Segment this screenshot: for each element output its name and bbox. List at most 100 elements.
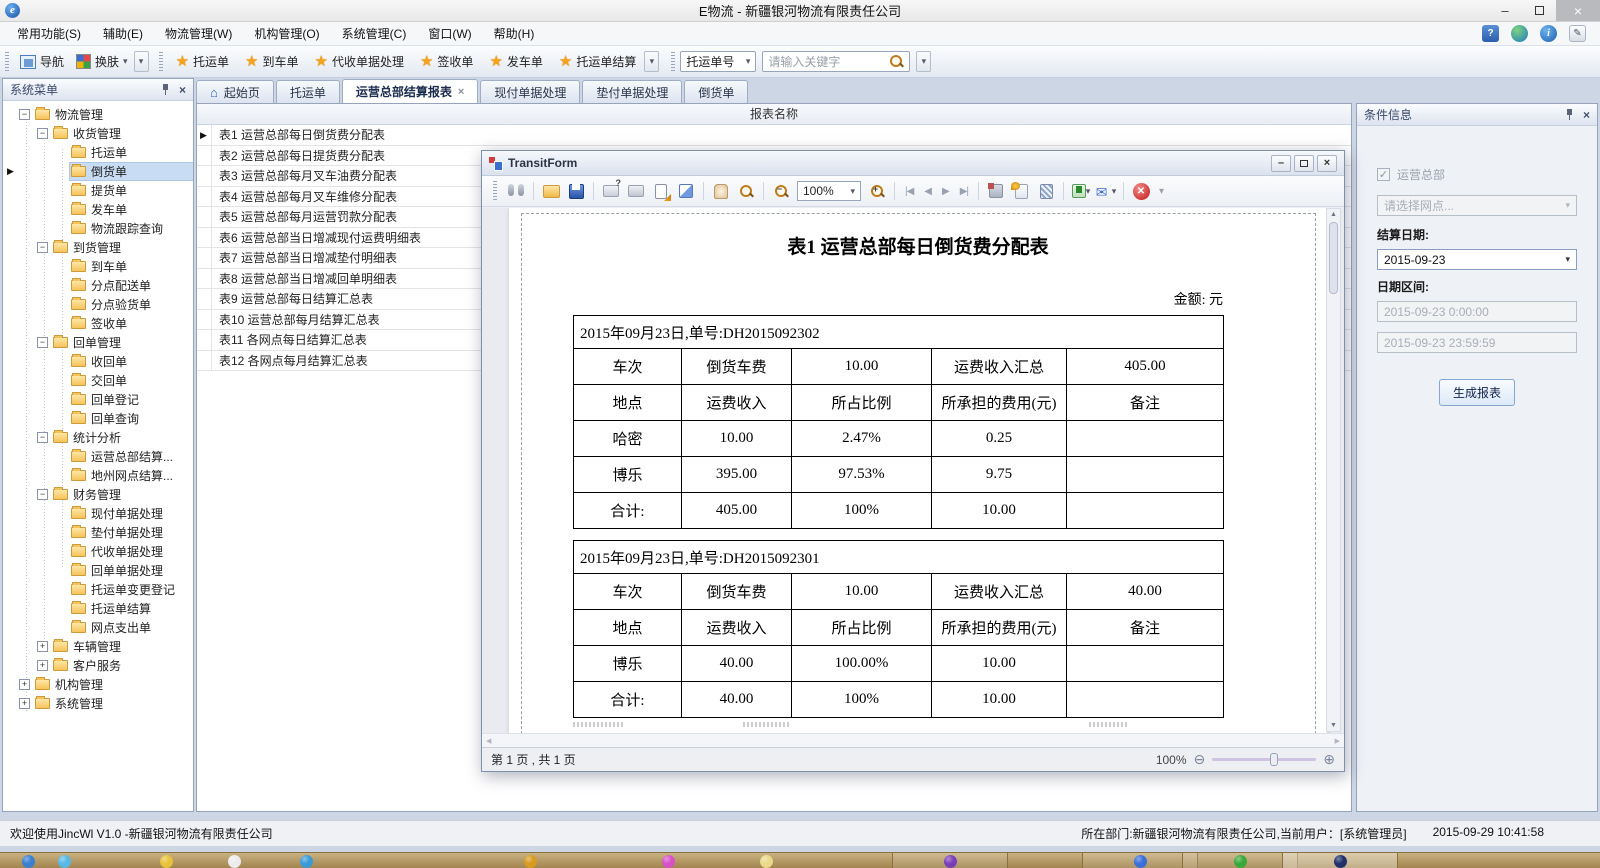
taskbar-app-icon[interactable] (228, 855, 241, 868)
tree-item-body[interactable]: 机构管理 (34, 676, 193, 693)
tab-起始页[interactable]: ⌂起始页 (196, 80, 274, 103)
last-page-icon[interactable]: ▶| (956, 180, 972, 202)
tree-item[interactable]: 倒货单 (3, 162, 193, 181)
tree-item-body[interactable]: 分点配送单 (70, 277, 193, 294)
tree-item-body[interactable]: 分点验货单 (70, 296, 193, 313)
transit-close-button[interactable]: × (1317, 155, 1337, 172)
expand-icon[interactable]: + (37, 641, 48, 652)
tree-item[interactable]: + 车辆管理 (3, 637, 193, 656)
toolbar-grip[interactable] (5, 52, 9, 72)
tab-现付单据处理[interactable]: 现付单据处理 (480, 80, 580, 103)
tree-item[interactable]: + 客户服务 (3, 656, 193, 675)
zoom-tool-icon[interactable] (735, 180, 757, 202)
taskbar-app-icon[interactable] (1134, 855, 1147, 868)
os-taskbar[interactable] (0, 852, 1600, 868)
toolbar-grip[interactable] (493, 181, 497, 201)
tab-运营总部结算报表[interactable]: 运营总部结算报表× (342, 79, 478, 103)
tree-item[interactable]: 运营总部结算... (3, 447, 193, 466)
favorite-button[interactable]: ★托运单 (168, 50, 237, 73)
highlight-icon[interactable] (1010, 180, 1032, 202)
navigate-button[interactable]: 导航 (14, 50, 70, 73)
tree-item[interactable]: −物流管理 (3, 105, 193, 124)
tree-item[interactable]: 签收单 (3, 314, 193, 333)
collapse-icon[interactable]: − (37, 128, 48, 139)
email-icon[interactable]: ✉▾ (1095, 180, 1117, 202)
scroll-thumb[interactable] (1329, 222, 1338, 294)
tab-倒货单[interactable]: 倒货单 (684, 80, 748, 103)
taskbar-app-icon[interactable] (760, 855, 773, 868)
zoom-in-icon[interactable]: ⊕ (1323, 751, 1335, 768)
tree-item-body[interactable]: 垫付单据处理 (70, 524, 193, 541)
tree-item-body[interactable]: 收货管理 (52, 125, 193, 142)
transit-minimize-button[interactable]: – (1271, 155, 1291, 172)
favorite-button[interactable]: ★托运单结算 (551, 50, 644, 73)
menu-item[interactable]: 系统管理(C) (331, 21, 418, 46)
favorite-button[interactable]: ★到车单 (237, 50, 306, 73)
collapse-icon[interactable]: − (37, 489, 48, 500)
transit-maximize-button[interactable] (1294, 155, 1314, 172)
pin-icon[interactable] (161, 84, 170, 95)
tree-item-body[interactable]: 物流跟踪查询 (70, 220, 193, 237)
tree-item-body[interactable]: 提货单 (70, 182, 193, 199)
horizontal-scrollbar[interactable]: ◀ ▶ (482, 733, 1344, 747)
search-type-combo[interactable]: 托运单号 ▾ (680, 51, 756, 72)
tree-item[interactable]: 物流跟踪查询 (3, 219, 193, 238)
tree-item-body[interactable]: 到车单 (70, 258, 193, 275)
tree-item[interactable]: −到货管理 (3, 238, 193, 257)
tree-item[interactable]: −统计分析 (3, 428, 193, 447)
taskbar-app-icon[interactable] (300, 855, 313, 868)
tree-item-body[interactable]: 客户服务 (52, 657, 193, 674)
menu-item[interactable]: 帮助(H) (483, 21, 546, 46)
scroll-left-icon[interactable]: ◀ (486, 737, 491, 745)
tree-item[interactable]: 现付单据处理 (3, 504, 193, 523)
tree-item[interactable]: 托运单结算 (3, 599, 193, 618)
tree-item[interactable]: 分点配送单 (3, 276, 193, 295)
tree-item[interactable]: 托运单变更登记 (3, 580, 193, 599)
skin-button[interactable]: 换肤 ▾ (70, 50, 134, 73)
tree-item[interactable]: −收货管理 (3, 124, 193, 143)
tree-item-body[interactable]: 签收单 (70, 315, 193, 332)
info-icon[interactable]: i (1540, 25, 1557, 42)
report-list-row[interactable]: 表1 运营总部每日倒货费分配表 (197, 125, 1351, 146)
save-icon[interactable] (565, 180, 587, 202)
tab-垫付单据处理[interactable]: 垫付单据处理 (582, 80, 682, 103)
tree-item[interactable]: 回单查询 (3, 409, 193, 428)
page-setup-icon[interactable] (650, 180, 672, 202)
overflow-icon[interactable]: ▾ (1155, 180, 1167, 202)
tree-item[interactable]: +机构管理 (3, 675, 193, 694)
taskbar-app-icon[interactable] (22, 855, 35, 868)
bookmarks-icon[interactable] (985, 180, 1007, 202)
zoom-slider[interactable] (1212, 758, 1316, 761)
expand-icon[interactable]: + (19, 698, 30, 709)
tree-item[interactable]: 托运单 (3, 143, 193, 162)
generate-report-button[interactable]: 生成报表 (1439, 379, 1515, 406)
transit-title-bar[interactable]: TransitForm – × (482, 151, 1344, 176)
tab-托运单[interactable]: 托运单 (276, 80, 340, 103)
pan-icon[interactable] (710, 180, 732, 202)
tree-item-body[interactable]: 托运单变更登记 (70, 581, 193, 598)
taskbar-app-icon[interactable] (524, 855, 537, 868)
tree-item-body[interactable]: 收回单 (70, 353, 193, 370)
vertical-scrollbar[interactable]: ▲ ▼ (1326, 208, 1341, 732)
expand-icon[interactable]: + (37, 660, 48, 671)
hq-checkbox-row[interactable]: ✓ 运营总部 (1377, 166, 1577, 183)
export-icon[interactable]: ▾ (1070, 180, 1092, 202)
tree-item-body[interactable]: 发车单 (70, 201, 193, 218)
toolbar-grip[interactable] (671, 52, 675, 72)
tree-item-body[interactable]: 托运单 (70, 144, 193, 161)
collapse-icon[interactable]: − (37, 432, 48, 443)
prev-page-icon[interactable]: ◀ (920, 180, 935, 202)
tree-item-body[interactable]: 回单查询 (70, 410, 193, 427)
tree-item-body[interactable]: 代收单据处理 (70, 543, 193, 560)
tree-item-body[interactable]: 车辆管理 (52, 638, 193, 655)
first-page-icon[interactable]: |◀ (901, 180, 917, 202)
search-overflow-button[interactable]: ▾ (916, 51, 931, 72)
taskbar-app-icon[interactable] (662, 855, 675, 868)
tree-item-body[interactable]: 回单登记 (70, 391, 193, 408)
scroll-down-icon[interactable]: ▼ (1327, 722, 1340, 729)
tree-item[interactable]: −财务管理 (3, 485, 193, 504)
collapse-icon[interactable]: − (37, 242, 48, 253)
favorites-overflow-button[interactable]: ▾ (644, 51, 659, 72)
tree-item-body[interactable]: 运营总部结算... (70, 448, 193, 465)
taskbar-app-icon[interactable] (1234, 855, 1247, 868)
